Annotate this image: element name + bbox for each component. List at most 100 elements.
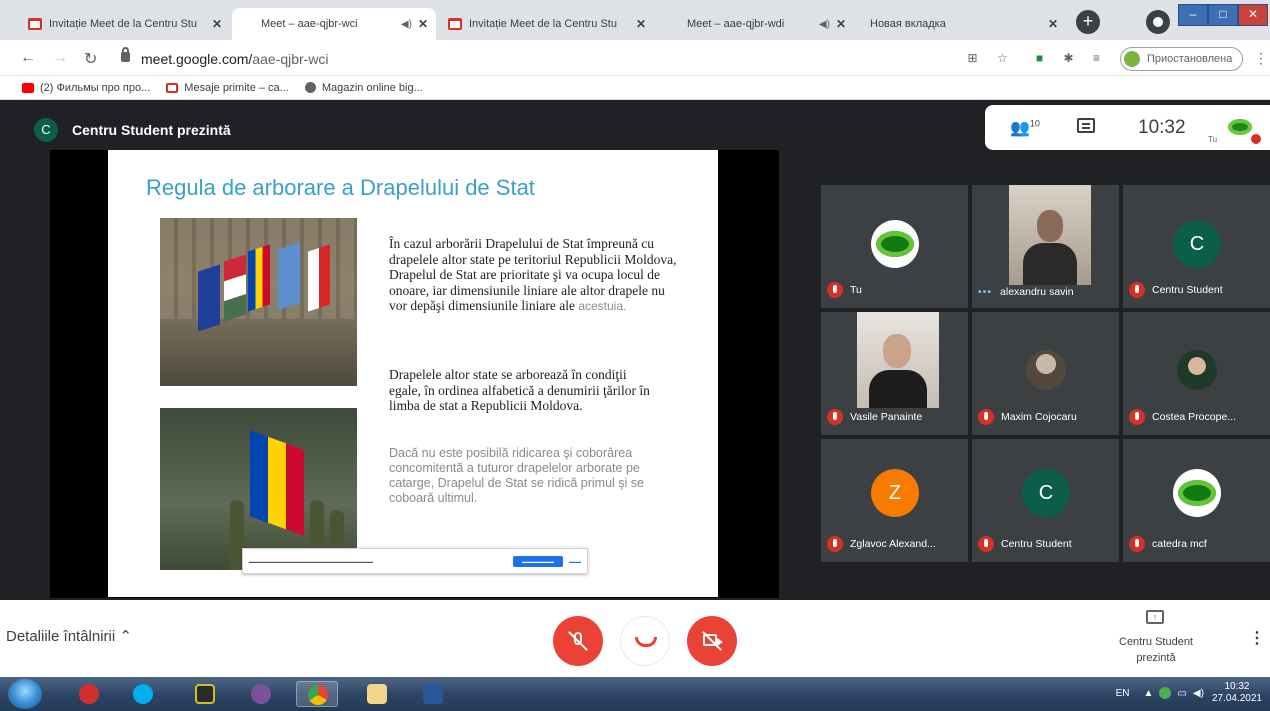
language-indicator[interactable]: EN — [1116, 688, 1130, 699]
profile-paused-button[interactable]: Приостановлена — [1120, 47, 1244, 71]
reload-icon[interactable]: ↻ — [84, 49, 97, 69]
participant-name: Tu — [850, 284, 862, 296]
leave-call-button[interactable] — [620, 616, 670, 666]
participant-tile[interactable]: C Centru Student — [972, 439, 1119, 562]
meeting-details-label: Detaliile întâlnirii — [6, 628, 116, 645]
taskbar-app[interactable] — [68, 681, 110, 707]
bookmark-item[interactable]: Magazin online big... — [304, 81, 423, 94]
start-button[interactable] — [8, 679, 42, 709]
new-tab-button[interactable]: + — [1076, 10, 1100, 34]
participant-label: Maxim Cojocaru — [978, 409, 1077, 425]
meeting-details-button[interactable]: Detaliile întâlnirii ⌃ — [6, 627, 132, 645]
browser-tab-strip: Invitație Meet de la Centru Stu ✕ Meet –… — [0, 0, 1270, 40]
more-options-icon[interactable]: ⋮ — [1249, 628, 1265, 648]
browser-tab[interactable]: Meet – aae-qjbr-wdi ◀) ✕ — [658, 8, 854, 40]
cookie-link[interactable]: ▬▬▬ — [569, 559, 581, 564]
audio-playing-icon: ◀) — [400, 18, 412, 30]
participant-tile[interactable]: ••• alexandru savin — [972, 185, 1119, 308]
taskbar-app[interactable] — [240, 681, 282, 707]
network-icon[interactable]: ▭ — [1177, 688, 1186, 699]
viber-icon — [251, 684, 271, 704]
people-button[interactable]: 👥10 — [1010, 118, 1040, 138]
participant-name: Centru Student — [1152, 284, 1223, 296]
bookmark-item[interactable]: (2) Фильмы про про... — [22, 82, 150, 94]
presenting-status[interactable]: Centru Student prezintă — [1104, 634, 1208, 666]
lock-icon — [121, 47, 130, 62]
taskbar-app-chrome[interactable] — [296, 681, 338, 707]
mic-off-indicator — [1251, 134, 1261, 144]
bookmark-label: (2) Фильмы про про... — [40, 81, 151, 94]
participant-tile[interactable]: catedra mcf — [1123, 439, 1270, 562]
slide-title: Regula de arborare a Drapelului de Stat — [146, 175, 535, 200]
cookie-accept-button[interactable]: ▬▬▬▬▬▬▬▬ — [513, 555, 563, 567]
cookie-consent-bar: ▬▬▬▬▬▬▬▬▬▬▬▬▬▬▬▬▬▬▬▬▬▬▬▬▬▬▬▬▬▬▬ ▬▬▬▬▬▬▬▬… — [242, 548, 588, 574]
participant-tile[interactable]: Vasile Panainte — [821, 312, 968, 435]
translate-icon[interactable]: ⊞ — [966, 52, 979, 65]
close-tab-icon[interactable]: ✕ — [1048, 17, 1058, 31]
bookmark-star-icon[interactable]: ☆ — [996, 52, 1009, 65]
tab-title: Invitație Meet de la Centru Stu — [49, 18, 197, 30]
participant-name: alexandru savin — [1000, 286, 1074, 298]
taskbar-app[interactable] — [412, 681, 454, 707]
browser-tab[interactable]: Invitație Meet de la Centru Stu ✕ — [440, 8, 654, 40]
address-bar[interactable]: meet.google.com/aae-qjbr-wci — [141, 51, 329, 67]
participant-label: Zglavoc Alexand... — [827, 536, 936, 552]
flag-raising-photo — [160, 408, 357, 570]
media-control-icon[interactable]: ≡ — [1090, 52, 1103, 65]
extension-icon[interactable]: ■ — [1033, 52, 1046, 65]
browser-tab[interactable]: Новая вкладка ✕ — [862, 8, 1066, 40]
meet-area: C Centru Student prezintă 👥10 10:32 Tu R… — [0, 100, 1270, 600]
profile-icon[interactable] — [1146, 10, 1170, 34]
camera-toggle-button[interactable] — [687, 616, 737, 666]
participant-tile[interactable]: Maxim Cojocaru — [972, 312, 1119, 435]
participant-count: 10 — [1029, 118, 1040, 129]
participant-tile[interactable]: C Centru Student — [1123, 185, 1270, 308]
back-icon[interactable]: ← — [20, 49, 36, 67]
browser-tab[interactable]: Invitație Meet de la Centru Stu ✕ — [20, 8, 230, 40]
participant-avatar: C — [1173, 220, 1221, 268]
participant-name: Vasile Panainte — [850, 411, 923, 423]
browser-tab-active[interactable]: Meet – aae-qjbr-wci ◀) ✕ — [232, 8, 436, 40]
close-window-button[interactable]: ✕ — [1238, 4, 1268, 26]
word-icon — [423, 684, 443, 704]
close-tab-icon[interactable]: ✕ — [212, 17, 222, 31]
globe-icon — [304, 82, 316, 93]
maximize-button[interactable]: □ — [1208, 4, 1238, 26]
present-screen-icon[interactable]: ↑ — [1146, 610, 1164, 624]
extensions-puzzle-icon[interactable]: ✱ — [1062, 52, 1075, 65]
close-tab-icon[interactable]: ✕ — [418, 17, 428, 31]
browser-toolbar: ← → ↻ meet.google.com/aae-qjbr-wci ⊞ ☆ ■… — [0, 40, 1270, 76]
participant-label: ••• alexandru savin — [978, 286, 1074, 298]
participant-label: catedra mcf — [1129, 536, 1207, 552]
gmail-icon — [448, 18, 462, 30]
bookmark-item[interactable]: Mesaje primite – ca... — [166, 82, 289, 94]
participant-avatar — [1173, 469, 1221, 517]
forward-icon[interactable]: → — [52, 49, 68, 67]
participant-name: Maxim Cojocaru — [1001, 411, 1077, 423]
participant-tile[interactable]: Tu — [821, 185, 968, 308]
taskbar-date: 27.04.2021 — [1211, 693, 1262, 704]
tray-app-icon[interactable] — [1159, 687, 1172, 699]
self-label: Tu — [1208, 135, 1218, 144]
taskbar-app[interactable] — [356, 681, 398, 707]
chat-icon[interactable] — [1077, 118, 1095, 133]
mic-off-icon — [1129, 536, 1145, 552]
browser-menu-icon[interactable]: ⋮ — [1254, 50, 1268, 67]
taskbar-clock[interactable]: 10:32 27.04.2021 — [1212, 681, 1262, 705]
tray-expand-icon[interactable]: ▲ — [1144, 688, 1154, 699]
bookmark-label: Magazin online big... — [321, 81, 423, 94]
close-tab-icon[interactable]: ✕ — [636, 17, 646, 31]
self-view-thumbnail[interactable] — [1225, 115, 1261, 144]
chevron-up-icon: ⌃ — [119, 628, 132, 645]
close-tab-icon[interactable]: ✕ — [836, 17, 846, 31]
volume-icon[interactable]: ◀) — [1193, 688, 1204, 699]
app-c-icon — [79, 684, 99, 704]
participant-tile[interactable]: Z Zglavoc Alexand... — [821, 439, 968, 562]
participant-tile[interactable]: Costea Procope... — [1123, 312, 1270, 435]
minimize-button[interactable]: – — [1178, 4, 1208, 26]
participant-label: Tu — [827, 282, 862, 298]
taskbar-app[interactable] — [184, 681, 226, 707]
tab-title: Invitație Meet de la Centru Stu — [469, 18, 617, 30]
taskbar-app[interactable] — [122, 681, 164, 707]
microphone-toggle-button[interactable] — [553, 616, 603, 666]
